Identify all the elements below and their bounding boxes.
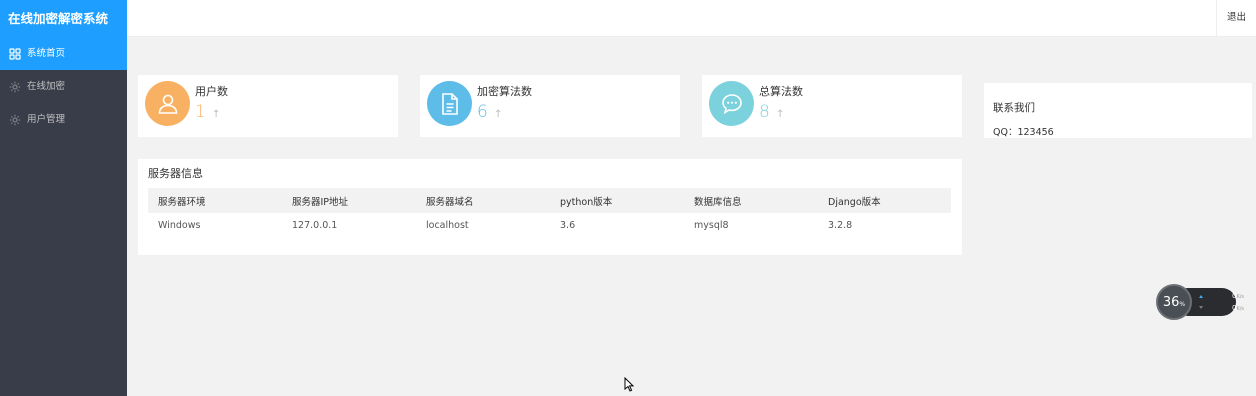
sidebar-item-label: 在线加密 xyxy=(27,81,66,92)
column-header: 服务器环境 xyxy=(148,188,282,213)
document-icon xyxy=(427,81,472,126)
logout-button[interactable]: 退出 xyxy=(1216,0,1256,36)
column-header: 服务器IP地址 xyxy=(282,188,416,213)
column-header: 服务器域名 xyxy=(416,188,550,213)
stat-title: 总算法数 xyxy=(759,85,803,98)
speed-unit: K/s xyxy=(1236,306,1245,312)
up-arrow-icon: ↑ xyxy=(776,109,785,120)
top-header: 退出 xyxy=(127,0,1256,37)
stat-title: 加密算法数 xyxy=(477,85,532,98)
memory-percent: 36 xyxy=(1162,294,1180,310)
server-info-card: 服务器信息 服务器环境 服务器IP地址 服务器域名 python版本 数据库信息… xyxy=(138,159,962,255)
settings-icon xyxy=(8,80,21,93)
contact-qq: QQ：123456 xyxy=(993,127,1054,138)
stat-value: 6 xyxy=(477,102,488,122)
sidebar: 在线加密解密系统 系统首页 在线加密 用户管理 xyxy=(0,0,127,396)
table-cell: mysql8 xyxy=(694,220,729,231)
sidebar-item-label: 系统首页 xyxy=(27,48,66,59)
column-header: Django版本 xyxy=(818,188,951,213)
grid-icon xyxy=(8,47,21,60)
sidebar-item-users[interactable]: 用户管理 xyxy=(0,103,127,136)
network-speed-widget[interactable]: 0K/s 0K/s 36% xyxy=(1156,284,1244,320)
column-header: python版本 xyxy=(550,188,684,213)
up-down-arrows-icon xyxy=(1199,295,1203,309)
contact-title: 联系我们 xyxy=(993,102,1035,114)
percent-unit: % xyxy=(1179,301,1186,308)
up-arrow-icon: ↑ xyxy=(494,109,503,120)
stat-value: 8 xyxy=(759,102,770,122)
upload-speed: 0K/s xyxy=(1232,292,1244,300)
stat-card-total-algorithms: 总算法数 8 ↑ xyxy=(702,75,962,137)
server-info-table: 服务器环境 服务器IP地址 服务器域名 python版本 数据库信息 Djang… xyxy=(148,188,951,238)
column-header: 数据库信息 xyxy=(684,188,818,213)
table-header-row: 服务器环境 服务器IP地址 服务器域名 python版本 数据库信息 Djang… xyxy=(148,188,951,213)
user-icon xyxy=(145,81,190,126)
stat-title: 用户数 xyxy=(195,85,228,98)
speed-unit: K/s xyxy=(1236,294,1245,300)
table-cell: localhost xyxy=(426,220,469,231)
settings-icon xyxy=(8,113,21,126)
server-info-title: 服务器信息 xyxy=(148,167,203,180)
table-cell: 127.0.0.1 xyxy=(292,220,338,231)
memory-usage-circle: 36% xyxy=(1156,284,1192,320)
stat-value: 1 xyxy=(195,102,206,122)
sidebar-item-encrypt[interactable]: 在线加密 xyxy=(0,70,127,103)
table-cell: 3.6 xyxy=(560,220,576,231)
up-arrow-icon: ↑ xyxy=(212,109,221,120)
mouse-cursor-icon xyxy=(624,377,634,392)
stat-card-users: 用户数 1 ↑ xyxy=(138,75,398,137)
app-title: 在线加密解密系统 xyxy=(0,0,127,37)
stat-card-encrypt-algorithms: 加密算法数 6 ↑ xyxy=(420,75,680,137)
contact-card: 联系我们 QQ：123456 xyxy=(984,83,1252,138)
table-cell: Windows xyxy=(158,220,201,231)
sidebar-item-home[interactable]: 系统首页 xyxy=(0,37,127,70)
sidebar-item-label: 用户管理 xyxy=(27,114,66,125)
table-cell: 3.2.8 xyxy=(828,220,853,231)
chat-icon xyxy=(709,81,754,126)
table-row: Windows 127.0.0.1 localhost 3.6 mysql8 3… xyxy=(148,213,951,238)
download-speed: 0K/s xyxy=(1232,304,1244,312)
